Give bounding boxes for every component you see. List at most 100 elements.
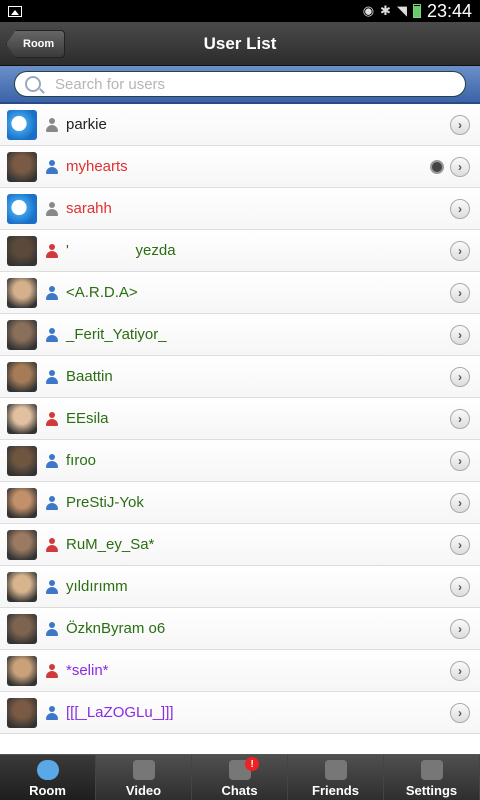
chevron-right-icon[interactable]: › — [450, 576, 470, 597]
user-gender-icon — [45, 285, 59, 300]
user-row[interactable]: parkie › — [0, 104, 480, 146]
tab-settings[interactable]: Settings — [384, 755, 480, 800]
user-name: PreStiJ-Yok — [66, 494, 144, 511]
user-avatar — [7, 655, 37, 686]
user-name: myhearts — [66, 158, 128, 175]
chevron-right-icon[interactable]: › — [450, 660, 470, 681]
user-name: *selin* — [66, 662, 109, 679]
chevron-right-icon[interactable]: › — [450, 282, 470, 303]
user-row[interactable]: myhearts › — [0, 146, 480, 188]
search-bar — [0, 66, 480, 104]
wrench-icon — [420, 760, 443, 780]
user-gender-icon — [45, 537, 59, 552]
user-row[interactable]: Baattin › — [0, 356, 480, 398]
notification-badge: ! — [245, 757, 260, 771]
tab-label: Chats — [221, 783, 258, 798]
user-avatar — [7, 319, 37, 350]
user-row[interactable]: *selin* › — [0, 650, 480, 692]
user-name: <A.R.D.A> — [66, 284, 138, 301]
user-gender-icon — [45, 495, 59, 510]
app-logo-avatar — [7, 193, 37, 224]
chevron-right-icon[interactable]: › — [450, 492, 470, 513]
user-avatar — [7, 571, 37, 602]
tab-label: Room — [29, 783, 66, 798]
chevron-right-icon[interactable]: › — [450, 366, 470, 387]
webcam-icon — [132, 760, 155, 780]
tab-room[interactable]: Room — [0, 755, 96, 800]
chevron-right-icon[interactable]: › — [450, 156, 470, 177]
user-row[interactable]: yıldırımm › — [0, 566, 480, 608]
status-bar: ◉ ✱ ◥ 23:44 — [0, 0, 480, 22]
user-name: sarahh — [66, 200, 112, 217]
chevron-right-icon[interactable]: › — [450, 198, 470, 219]
user-row[interactable]: ' yezda › — [0, 230, 480, 272]
user-name: [[[_LaZOGLu_]]] — [66, 704, 174, 721]
user-name: Baattin — [66, 368, 113, 385]
user-list: parkie › myhearts › sarahh › ' yezda › <A.R.D.A>… — [0, 104, 480, 754]
bottom-tab-bar: Room Video! Chats Friends Settings — [0, 754, 480, 800]
search-box[interactable] — [14, 71, 466, 97]
user-name: EEsila — [66, 410, 109, 427]
user-row[interactable]: [[[_LaZOGLu_]]] › — [0, 692, 480, 734]
search-icon — [25, 76, 41, 92]
user-row[interactable]: sarahh › — [0, 188, 480, 230]
chevron-right-icon[interactable]: › — [450, 114, 470, 135]
user-avatar — [7, 403, 37, 434]
user-row[interactable]: ÖzknByram o6 › — [0, 608, 480, 650]
bluetooth-icon: ✱ — [380, 3, 391, 18]
chevron-right-icon[interactable]: › — [450, 702, 470, 723]
user-avatar — [7, 277, 37, 308]
user-gender-icon — [45, 327, 59, 342]
user-row[interactable]: fıroo › — [0, 440, 480, 482]
user-row[interactable]: RuM_ey_Sa* › — [0, 524, 480, 566]
eye-icon: ◉ — [362, 3, 375, 18]
clock: 23:44 — [426, 0, 472, 21]
wifi-icon: ◥ — [396, 3, 407, 18]
user-gender-icon — [45, 243, 59, 258]
user-gender-icon — [45, 621, 59, 636]
page-title: User List — [203, 33, 277, 53]
app-logo-avatar — [7, 109, 37, 140]
back-to-room-button[interactable]: Room — [6, 30, 66, 58]
chevron-right-icon[interactable]: › — [450, 324, 470, 345]
user-gender-icon — [45, 579, 59, 594]
tab-friends[interactable]: Friends — [288, 755, 384, 800]
tab-video[interactable]: Video — [96, 755, 192, 800]
chat-bubbles-icon — [36, 760, 59, 780]
user-name: ÖzknByram o6 — [66, 620, 166, 637]
search-input[interactable] — [55, 75, 435, 93]
tab-chats[interactable]: ! Chats — [192, 755, 288, 800]
user-gender-icon — [45, 663, 59, 678]
user-gender-icon — [45, 159, 59, 174]
user-row[interactable]: _Ferit_Yatiyor_ › — [0, 314, 480, 356]
user-gender-icon — [45, 411, 59, 426]
user-name: parkie — [66, 116, 107, 133]
user-name: RuM_ey_Sa* — [66, 536, 155, 553]
tab-label: Friends — [312, 783, 359, 798]
user-avatar — [7, 613, 37, 644]
user-row[interactable]: EEsila › — [0, 398, 480, 440]
user-name: yıldırımm — [66, 578, 128, 595]
user-row[interactable]: PreStiJ-Yok › — [0, 482, 480, 524]
user-avatar — [7, 529, 37, 560]
user-gender-icon — [45, 369, 59, 384]
user-avatar — [7, 487, 37, 518]
webcam-icon[interactable] — [430, 159, 444, 174]
user-avatar — [7, 697, 37, 728]
image-notification-icon — [8, 5, 22, 17]
user-gender-icon — [45, 117, 59, 132]
user-gender-icon — [45, 705, 59, 720]
user-avatar — [7, 445, 37, 476]
tab-label: Video — [125, 783, 162, 798]
chevron-right-icon[interactable]: › — [450, 534, 470, 555]
user-avatar — [7, 361, 37, 392]
friends-icon — [324, 760, 347, 780]
user-avatar — [7, 235, 37, 266]
chevron-right-icon[interactable]: › — [450, 240, 470, 261]
chevron-right-icon[interactable]: › — [450, 408, 470, 429]
user-name: _Ferit_Yatiyor_ — [66, 326, 167, 343]
chevron-right-icon[interactable]: › — [450, 618, 470, 639]
user-row[interactable]: <A.R.D.A> › — [0, 272, 480, 314]
user-avatar — [7, 151, 37, 182]
chevron-right-icon[interactable]: › — [450, 450, 470, 471]
